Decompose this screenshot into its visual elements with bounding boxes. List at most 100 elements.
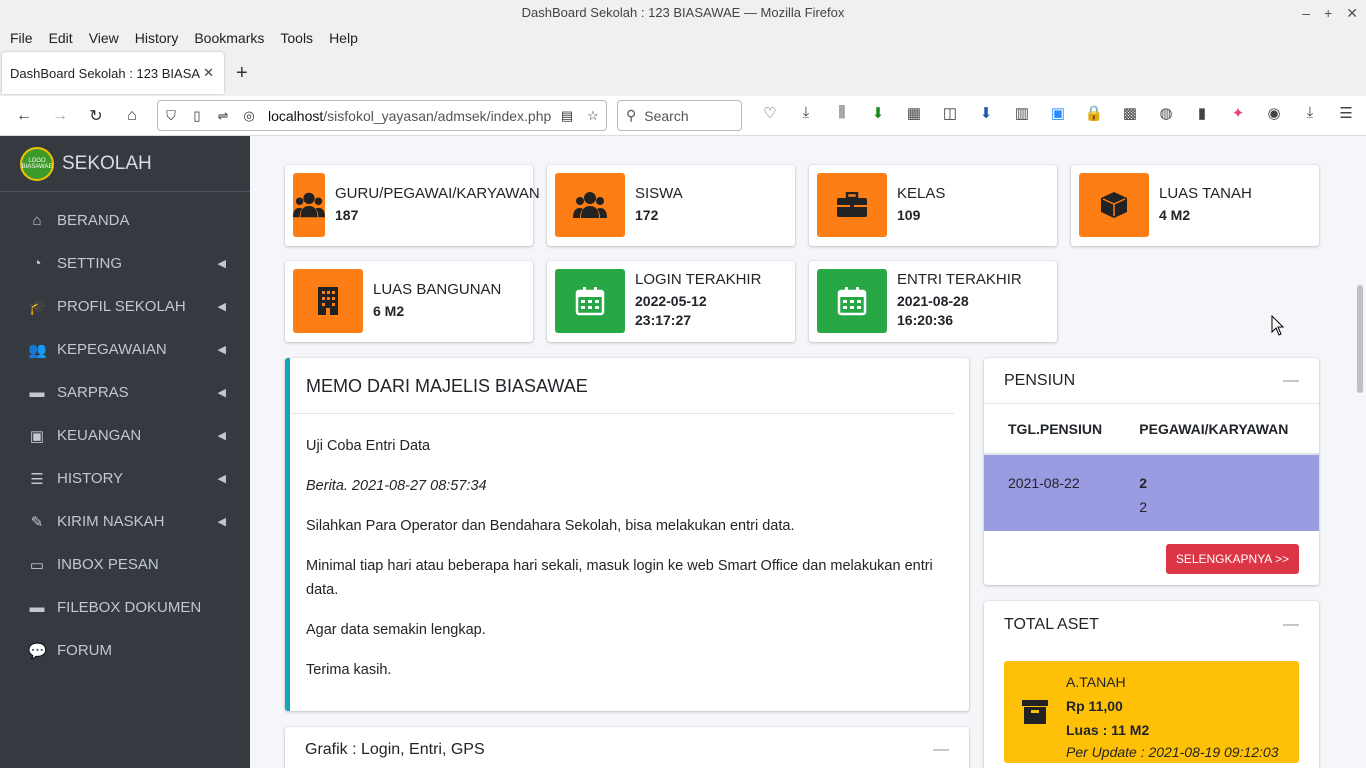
green-arrow-icon[interactable]: ⬇ — [860, 104, 896, 122]
grafik-header: Grafik : Login, Entri, GPS — — [285, 727, 969, 768]
info-box-siswa: SISWA 172 — [547, 165, 795, 246]
menu-help[interactable]: Help — [321, 30, 366, 46]
cube-icon — [1079, 173, 1149, 237]
browser-tab[interactable]: DashBoard Sekolah : 123 BIASAWAE ✕ — [2, 52, 224, 94]
pencil-icon: ✎ — [30, 513, 44, 531]
brand-link[interactable]: LOGO BIASAWAE SEKOLAH — [0, 136, 250, 192]
sidebar-item-kirim-naskah[interactable]: ✎ KIRIM NASKAH ◀ — [0, 500, 250, 543]
sidebar-item-kepegawaian[interactable]: 👥 KEPEGAWAIAN ◀ — [0, 328, 250, 371]
comments-icon: 💬 — [28, 642, 47, 660]
pensiun-table: TGL.PENSIUN PEGAWAI/KARYAWAN 2021-08-22 … — [984, 404, 1319, 531]
toolbar-icons: ♡ ⤓ ⫼ ⬇ ▦ ◫ ⬇ ▥ ▣ 🔒 ▩ ◍ ▮ ✦ ◉ ⤓ ☰ — [752, 104, 1364, 122]
close-window-icon[interactable]: ✕ — [1346, 0, 1358, 26]
lock-icon[interactable]: 🔒 — [1076, 104, 1112, 122]
collapse-icon[interactable]: — — [933, 741, 949, 759]
shield-icon[interactable]: ⛉ — [158, 108, 184, 124]
archive-icon: ▬ — [29, 384, 45, 401]
sidebar-item-inbox-pesan[interactable]: ▭ INBOX PESAN — [0, 543, 250, 586]
info-box-luas-bangunan: LUAS BANGUNAN 6 M2 — [285, 261, 533, 342]
info-box-content: ENTRI TERAKHIR 2021-08-28 16:20:36 — [897, 269, 1022, 330]
ruler-icon[interactable]: ▥ — [1004, 104, 1040, 122]
record-icon[interactable]: ◉ — [1256, 104, 1292, 122]
minimize-icon[interactable]: – — [1302, 0, 1310, 26]
permissions-icon[interactable]: ⇌ — [210, 108, 236, 124]
tachometer-icon: ◔ — [32, 255, 42, 272]
chevron-left-icon: ◀ — [217, 387, 226, 399]
qr-code-icon[interactable]: ▩ — [1112, 104, 1148, 122]
location-icon[interactable]: ◎ — [236, 108, 262, 124]
chevron-left-icon: ◀ — [217, 301, 226, 313]
library-icon[interactable]: ⫼ — [824, 104, 860, 122]
menu-history[interactable]: History — [127, 30, 187, 46]
sidebar-item-label: FILEBOX DOKUMEN — [57, 599, 202, 616]
col-tgl-pensiun: TGL.PENSIUN — [984, 404, 1132, 455]
sidebar-item-label: KEUANGAN — [57, 427, 142, 444]
info-box-login-terakhir: LOGIN TERAKHIR 2022-05-12 23:17:27 — [547, 261, 795, 342]
colorful-extension-icon[interactable]: ✦ — [1220, 104, 1256, 122]
memo-card: MEMO DARI MAJELIS BIASAWAE Uji Coba Entr… — [285, 358, 969, 711]
reader-view-icon[interactable]: ▤ — [554, 108, 580, 124]
sidebar-item-keuangan[interactable]: ▣ KEUANGAN ◀ — [0, 414, 250, 457]
bookmark-star-icon[interactable]: ☆ — [580, 108, 606, 124]
globe-icon[interactable]: ◍ — [1148, 104, 1184, 122]
sidebar-item-history[interactable]: ☰ HISTORY ◀ — [0, 457, 250, 500]
page-icon[interactable]: ▯ — [184, 108, 210, 124]
reload-icon[interactable]: ↻ — [78, 106, 114, 126]
search-input[interactable]: ⚲ Search — [617, 100, 742, 131]
downloads-icon[interactable]: ⤓ — [788, 104, 824, 122]
home-icon[interactable]: ⌂ — [114, 107, 150, 125]
sidebar-item-beranda[interactable]: ⌂ BERANDA — [0, 199, 250, 242]
sidebar-item-label: BERANDA — [57, 212, 130, 229]
info-box-entri-terakhir: ENTRI TERAKHIR 2021-08-28 16:20:36 — [809, 261, 1057, 342]
page-scrollbar[interactable] — [1354, 136, 1366, 768]
calendar-icon — [555, 269, 625, 333]
info-box-value: 4 M2 — [1159, 207, 1191, 223]
main-content: GURU/PEGAWAI/KARYAWAN 187 SISWA 172 KELAS 109… — [250, 136, 1354, 768]
download-2-icon[interactable]: ⤓ — [1292, 104, 1328, 122]
extension-icon[interactable]: ▦ — [896, 104, 932, 122]
menu-edit[interactable]: Edit — [41, 30, 81, 46]
money-icon: ▣ — [29, 427, 45, 445]
menu-tools[interactable]: Tools — [272, 30, 321, 46]
info-box-label: KELAS — [897, 185, 946, 202]
url-bar[interactable]: ⛉ ▯ ⇌ ◎ localhost/sisfokol_yayasan/admse… — [157, 100, 607, 131]
aset-name: A.TANAH — [1066, 674, 1126, 690]
sidebar-item-label: HISTORY — [57, 470, 124, 487]
sidebar-item-label: PROFIL SEKOLAH — [57, 298, 186, 315]
sidebar-item-profil-sekolah[interactable]: 🎓 PROFIL SEKOLAH ◀ — [0, 285, 250, 328]
graduation-cap-icon: 🎓 — [28, 298, 47, 316]
menu-file[interactable]: File — [2, 30, 41, 46]
menu-view[interactable]: View — [81, 30, 127, 46]
sidebar-toggle-icon[interactable]: ◫ — [932, 104, 968, 122]
zoom-icon[interactable]: ▣ — [1040, 104, 1076, 122]
aset-amount: Rp 11,00 — [1066, 698, 1123, 714]
collapse-icon[interactable]: — — [1283, 372, 1299, 390]
users-icon — [555, 173, 625, 237]
memo-paragraph-4: Terima kasih. — [306, 662, 392, 678]
scrollbar-thumb[interactable] — [1357, 285, 1363, 393]
grafik-title: Grafik : Login, Entri, GPS — [305, 741, 485, 758]
info-box-label: SISWA — [635, 185, 683, 202]
selengkapnya-button[interactable]: SELENGKAPNYA >> — [1165, 544, 1299, 574]
memo-subject: Uji Coba Entri Data — [306, 438, 431, 454]
sidebar-item-filebox-dokumen[interactable]: ▬ FILEBOX DOKUMEN — [0, 586, 250, 629]
back-icon[interactable]: ← — [6, 107, 42, 125]
home-icon: ⌂ — [32, 212, 42, 229]
sidebar-item-forum[interactable]: 💬 FORUM — [0, 629, 250, 672]
sidebar-item-sarpras[interactable]: ▬ SARPRAS ◀ — [0, 371, 250, 414]
pocket-icon[interactable]: ♡ — [752, 104, 788, 122]
new-tab-icon[interactable]: + — [236, 62, 248, 85]
hamburger-menu-icon[interactable]: ☰ — [1328, 104, 1364, 122]
info-box-value: 2021-08-28 — [897, 293, 969, 309]
save-icon[interactable]: ⬇ — [968, 104, 1004, 122]
extension-2-icon[interactable]: ▮ — [1184, 104, 1220, 122]
sidebar-item-setting[interactable]: ◔ SETTING ◀ — [0, 242, 250, 285]
info-box-value: 109 — [897, 207, 921, 223]
forward-icon[interactable]: → — [42, 107, 78, 125]
collapse-icon[interactable]: — — [1283, 616, 1299, 634]
url-path: /sisfokol_yayasan/admsek/index.php — [323, 107, 552, 124]
close-tab-icon[interactable]: ✕ — [203, 65, 214, 81]
maximize-icon[interactable]: + — [1324, 0, 1332, 26]
menu-bookmarks[interactable]: Bookmarks — [186, 30, 272, 46]
building-icon — [293, 269, 363, 333]
